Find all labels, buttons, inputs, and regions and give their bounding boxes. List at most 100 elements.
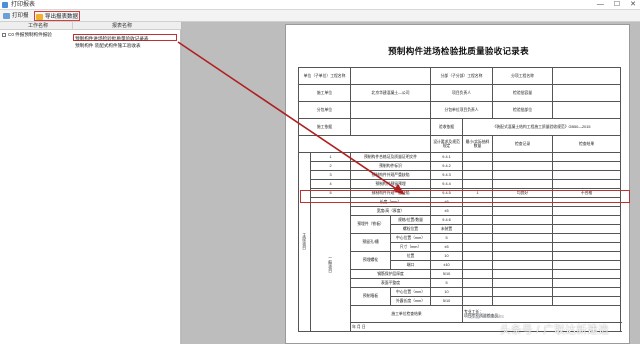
empty-cell [552,251,622,261]
clause-cell: 5/10 [430,296,464,306]
empty-cell [462,179,494,189]
export-icon [36,14,43,20]
maximize-button[interactable]: ☐ [614,0,620,10]
acceptance-value: 《装配式混凝土结构工程施工质量验收规范》GB50—2015 [462,118,622,136]
header-divider [72,22,73,30]
sub-item: 中心位置（mm） [390,287,432,297]
main-control-section: 主控项目 [298,152,311,332]
empty-cell [492,224,554,234]
sub-item: 中心位置（mm） [390,233,432,243]
tree-header: 工作名称 报表名称 [0,22,181,30]
minimize-button[interactable]: — [597,0,604,10]
table-row: 施工单位 北京华建混凝土—公司 项目负责人 检验批容量 [297,84,622,102]
unit-check-label: 施工单位检查结果 [350,305,464,323]
basis-label: 施工依据 [297,118,352,136]
source-watermark: 头条号 / 广联达新建造 [500,324,610,336]
empty-cell [492,215,554,225]
basis-value [350,118,432,136]
index-cell: 2 [309,161,352,171]
empty-cell [552,224,622,234]
app-icon [2,2,8,8]
export-report-data-button[interactable]: 导出报表数据 [34,11,80,21]
clause-cell: 9.4.1 [430,152,464,162]
print-report-button[interactable]: 打印报表 [2,11,30,29]
clause-cell: 9.4.4 [430,179,464,189]
contractor-label: 施工单位 [297,84,352,102]
clause-cell: ±10 [430,260,464,270]
batch-capacity-label: 检验批容量 [492,84,554,102]
table-row: 主控项目 1 预制构件合格证及质量证明文件 9.4.1 [298,152,622,332]
batch-part-label: 检验批部位 [492,101,554,119]
report-tree-panel: 工作名称 报表名称 C0 件报预制构件报验 预制构件进场检验批质量验收记录表 预… [0,22,181,344]
empty-cell [552,242,622,252]
clause-cell: ±5 [430,206,464,216]
index-cell: 4 [309,179,352,189]
table-row: 单位（子单位）工程名称 分部（子分部）工程名称 分项工程名称 [297,67,622,85]
item-label: 分项工程名称 [492,67,554,85]
row-label: 预留孔/槽 [350,233,392,252]
index-cell: 1 [309,152,352,162]
batch-part-value [552,101,622,119]
empty-cell [462,152,494,162]
empty-cell [492,251,554,261]
sub-item: 外露长度（mm） [390,296,432,306]
empty-cell [462,170,494,180]
row-label: 预埋螺栓 [350,251,392,270]
empty-cell [462,278,494,288]
table-row: 4 预制构件预留预埋 9.4.4 [299,179,622,189]
batch-capacity-value [552,84,622,102]
empty-cell [552,260,622,270]
empty-cell [462,224,494,234]
row-label: 钢筋保护层厚度 [350,269,432,279]
window-title: 打印报表 [11,2,36,8]
table-row: 施工依据 验收依据 《装配式混凝土结构工程施工质量验收规范》GB50—2015 [297,118,622,136]
project-lead-label: 项目负责人 [430,84,494,102]
item-value [552,67,622,85]
empty-cell [462,242,494,252]
row-label: 宽度/高（厚度） [350,206,432,216]
tree-item[interactable]: 预制构件 装配式构件施工验收表 [73,42,141,49]
empty-cell [552,152,622,162]
row-label: 预制构件合格证及质量证明文件 [350,152,432,162]
result-header: 检查结果 [552,135,622,153]
empty-cell [552,269,622,279]
empty-cell [462,206,494,216]
subunit-label: 分部（子分部）工程名称 [430,67,494,85]
clause-cell: 5/10 [430,269,464,279]
unit-value [350,67,432,85]
empty-cell [552,179,622,189]
close-button[interactable]: ✕ [630,0,636,10]
row-label: 预制构件预留预埋 [350,179,432,189]
contractor-value: 北京华建混凝土—公司 [350,84,432,102]
empty-cell [552,287,622,297]
empty-cell [492,296,554,306]
empty-cell [462,260,494,270]
sub-item: 位置 [390,251,432,261]
table-row: 分包单位 分包单位项目负责人 检验批部位 [297,101,622,119]
clause-cell: 9.4.3 [430,170,464,180]
window-titlebar: 打印报表 — ☐ ✕ [0,0,640,10]
clause-cell: 未装置 [430,224,464,234]
expand-checkbox[interactable] [2,32,6,37]
clause-cell: 10 [430,287,464,297]
general-section: 一般项目 [309,197,352,332]
tree-item-selected[interactable]: 预制构件进场检验批质量验收记录表 [73,34,177,41]
min-sample-header: 最小/实际抽样数量 [462,135,494,153]
empty-cell [462,161,494,171]
record-header: 检查记录 [492,135,554,153]
row-label: 预制构件标识 [350,161,432,171]
work-name-header: 工作名称 [28,23,49,29]
sub-lead-label: 分包单位项目负责人 [430,101,494,119]
clause-cell: 5 [430,278,464,288]
blank-cell [297,135,432,153]
empty-cell [492,179,554,189]
unit-label: 单位（子单位）工程名称 [297,67,352,85]
empty-cell [552,296,622,306]
date-label: 年 月 日 [352,324,366,329]
table-row: 2 预制构件标识 9.4.2 [299,161,622,171]
empty-cell [462,287,494,297]
sub-item: 螺栓位置 [390,224,432,234]
empty-cell [462,269,494,279]
tree-root-node[interactable]: C0 件报预制构件报验 [2,31,52,38]
req-header: 设计要求及规范规定 [430,135,464,153]
